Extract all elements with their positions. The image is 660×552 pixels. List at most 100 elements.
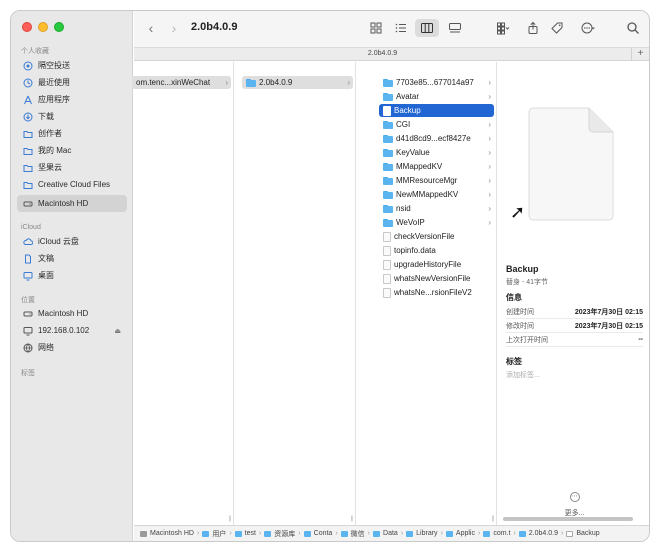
drive-icon	[23, 309, 33, 319]
folder-icon	[264, 530, 272, 537]
path-crumb[interactable]: Applic	[456, 530, 475, 537]
sidebar-item-documents[interactable]: 文稿	[17, 250, 127, 267]
alias-arrow-icon: ➚	[510, 202, 526, 222]
list-item-selected[interactable]: Backup	[379, 104, 494, 117]
folder-icon	[202, 530, 210, 537]
list-view-button[interactable]	[392, 19, 410, 37]
folder-icon	[518, 530, 526, 537]
share-button[interactable]	[524, 19, 542, 37]
gallery-view-button[interactable]	[446, 19, 464, 37]
path-crumb[interactable]: Conta	[314, 530, 333, 537]
list-item[interactable]: whatsNe...rsionFileV2	[379, 286, 494, 299]
list-item[interactable]: d41d8cd9...ecf8427e ›	[379, 132, 494, 145]
list-item-label: NewMMappedKV	[396, 190, 459, 199]
path-crumb[interactable]: Data	[383, 530, 398, 537]
path-crumb[interactable]: test	[245, 530, 256, 537]
column-browser: om.tenc...xinWeChat › || 2.0b4.0.9 › || …	[132, 62, 649, 525]
list-item[interactable]: MMappedKV ›	[379, 160, 494, 173]
tags-heading: 标签	[506, 357, 522, 366]
info-value: 2023年7月30日 02:15	[574, 308, 643, 316]
sidebar-item-icloud-drive[interactable]: iCloud 云盘	[17, 233, 127, 250]
list-item[interactable]: KeyValue ›	[379, 146, 494, 159]
window-controls	[22, 22, 64, 32]
back-button[interactable]: ‹	[144, 20, 158, 36]
column-view-button[interactable]	[415, 19, 439, 37]
more-button[interactable]: ⋯ 更多...	[500, 492, 649, 518]
display-icon	[23, 326, 33, 336]
list-item[interactable]: WeVoIP ›	[379, 216, 494, 229]
list-item[interactable]: 2.0b4.0.9 ›	[242, 76, 353, 89]
column-resize-handle[interactable]: ||	[229, 516, 231, 522]
horizontal-scrollbar[interactable]	[503, 517, 633, 521]
folder-icon	[483, 530, 491, 537]
folder-icon	[23, 163, 33, 173]
tab-bar: 2.0b4.0.9 +	[134, 47, 649, 61]
sidebar-item-label: 最近使用	[38, 78, 70, 87]
close-window-button[interactable]	[22, 22, 32, 32]
current-location-label: 2.0b4.0.9	[367, 50, 398, 57]
path-crumb[interactable]: Backup	[576, 530, 599, 537]
sidebar-item-downloads[interactable]: 下载	[17, 108, 127, 125]
path-crumb[interactable]: 微信	[351, 529, 365, 539]
minimize-window-button[interactable]	[38, 22, 48, 32]
forward-button[interactable]: ›	[167, 20, 181, 36]
list-item-label: nsid	[396, 204, 411, 213]
sidebar-item-nutstore[interactable]: 坚果云	[17, 159, 127, 176]
add-tags-field[interactable]: 添加标签...	[506, 370, 540, 380]
sidebar-item-label: 下载	[38, 112, 54, 121]
sidebar-item-my-mac[interactable]: 我的 Mac	[17, 142, 127, 159]
path-crumb[interactable]: 用户	[212, 529, 226, 539]
list-item[interactable]: whatsNewVersionFile	[379, 272, 494, 285]
sidebar-item-network[interactable]: 网络	[17, 339, 127, 356]
sidebar-item-location-macintosh-hd[interactable]: Macintosh HD	[17, 305, 127, 322]
column-resize-handle[interactable]: ||	[351, 516, 353, 522]
new-tab-button[interactable]: +	[631, 48, 649, 61]
path-crumb[interactable]: Macintosh HD	[150, 530, 194, 537]
list-item[interactable]: NewMMappedKV ›	[379, 188, 494, 201]
path-crumb[interactable]: 2.0b4.0.9	[529, 530, 558, 537]
group-button[interactable]	[490, 19, 516, 37]
zoom-window-button[interactable]	[54, 22, 64, 32]
sidebar-item-macintosh-hd[interactable]: Macintosh HD	[17, 195, 127, 212]
list-item[interactable]: Avatar ›	[379, 90, 494, 103]
path-crumb[interactable]: Library	[416, 530, 437, 537]
list-item[interactable]: checkVersionFile	[379, 230, 494, 243]
list-item[interactable]: CGI ›	[379, 118, 494, 131]
sidebar-item-label: Macintosh HD	[38, 199, 89, 208]
sidebar-item-desktop[interactable]: 桌面	[17, 267, 127, 284]
sidebar-item-recents[interactable]: 最近使用	[17, 74, 127, 91]
list-item-label: 2.0b4.0.9	[259, 78, 293, 87]
sidebar-item-creators[interactable]: 创作者	[17, 125, 127, 142]
tag-button[interactable]	[548, 19, 566, 37]
column-resize-handle[interactable]: ||	[492, 516, 494, 522]
list-item[interactable]: upgradeHistoryFile	[379, 258, 494, 271]
folder-icon	[303, 530, 311, 537]
sidebar-item-applications[interactable]: 应用程序	[17, 91, 127, 108]
path-crumb[interactable]: com.t	[493, 530, 510, 537]
chevron-right-icon: ›	[488, 204, 491, 213]
list-item[interactable]: om.tenc...xinWeChat ›	[132, 76, 231, 89]
sidebar-item-label: 创作者	[38, 129, 62, 138]
info-value: --	[638, 336, 643, 343]
sidebar-item-network-share[interactable]: 192.168.0.102 ⏏	[17, 322, 127, 339]
list-item[interactable]: topinfo.data	[379, 244, 494, 257]
list-item-label: CGI	[396, 120, 411, 129]
path-crumb[interactable]: 资源库	[274, 529, 295, 539]
list-item[interactable]: MMResourceMgr ›	[379, 174, 494, 187]
search-button[interactable]	[624, 19, 642, 37]
sidebar-item-label: Creative Cloud Files	[38, 180, 111, 189]
sidebar-item-airdrop[interactable]: 隔空投送	[17, 57, 127, 74]
sidebar-item-label: 桌面	[38, 271, 54, 280]
eject-icon[interactable]: ⏏	[114, 327, 121, 335]
action-button[interactable]	[575, 19, 601, 37]
list-item[interactable]: 7703e85...677014a97 ›	[379, 76, 494, 89]
list-item[interactable]: nsid ›	[379, 202, 494, 215]
sidebar-item-creative-cloud[interactable]: Creative Cloud Files	[17, 176, 127, 193]
folder-icon	[383, 148, 393, 157]
folder-icon	[383, 204, 393, 213]
airdrop-icon	[23, 61, 33, 71]
folder-icon	[383, 176, 393, 185]
sidebar-section-locations: 位置	[21, 297, 35, 304]
column-2: 2.0b4.0.9 › ||	[240, 62, 356, 525]
icon-view-button[interactable]	[367, 19, 385, 37]
